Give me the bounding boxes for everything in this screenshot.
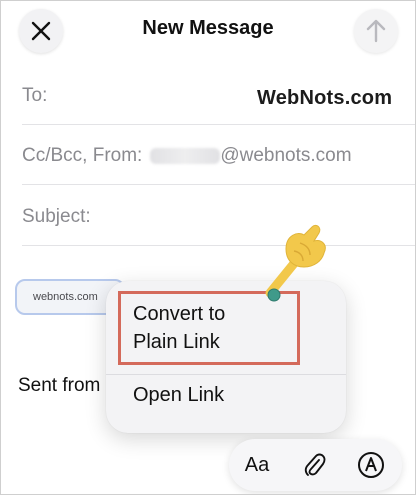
- arrow-up-icon: [366, 19, 386, 43]
- markup-pen-icon: [358, 452, 384, 478]
- blurred-email-user: [150, 148, 221, 164]
- signature-text: Sent from: [18, 375, 101, 396]
- paperclip-icon: [304, 453, 326, 476]
- compose-header: New Message: [1, 1, 415, 59]
- markup-button[interactable]: [351, 445, 391, 485]
- send-button[interactable]: [354, 9, 398, 53]
- from-domain: @webnots.com: [220, 145, 352, 166]
- watermark-logo: WebNots.com: [257, 87, 393, 109]
- menu-item-convert-line1: Convert to: [133, 303, 226, 325]
- attach-button[interactable]: [295, 445, 335, 485]
- cc-label: Cc/Bcc, From:: [22, 145, 143, 166]
- page-title: New Message: [142, 17, 274, 39]
- link-preview-text: webnots.com: [33, 291, 98, 303]
- divider: [22, 245, 415, 246]
- subject-label: Subject:: [22, 206, 91, 227]
- format-text-button[interactable]: Aa: [237, 445, 277, 485]
- divider: [22, 184, 415, 185]
- menu-divider: [106, 374, 346, 375]
- menu-item-convert-line2: Plain Link: [133, 331, 220, 353]
- cc-row: Cc/Bcc, From: @webnots.com: [22, 145, 352, 167]
- to-label: To:: [22, 85, 48, 106]
- hand-pointer-icon: [265, 224, 326, 302]
- format-toolbar: Aa: [229, 439, 402, 491]
- cc-bcc-from-field[interactable]: Cc/Bcc, From: @webnots.com: [22, 127, 415, 185]
- divider: [22, 124, 415, 125]
- compose-window: New Message To: WebNots.com Cc/Bcc, From…: [0, 0, 416, 495]
- subject-field[interactable]: Subject:: [22, 188, 415, 246]
- format-text-label: Aa: [244, 453, 270, 476]
- menu-item-open-link[interactable]: Open Link: [133, 384, 224, 407]
